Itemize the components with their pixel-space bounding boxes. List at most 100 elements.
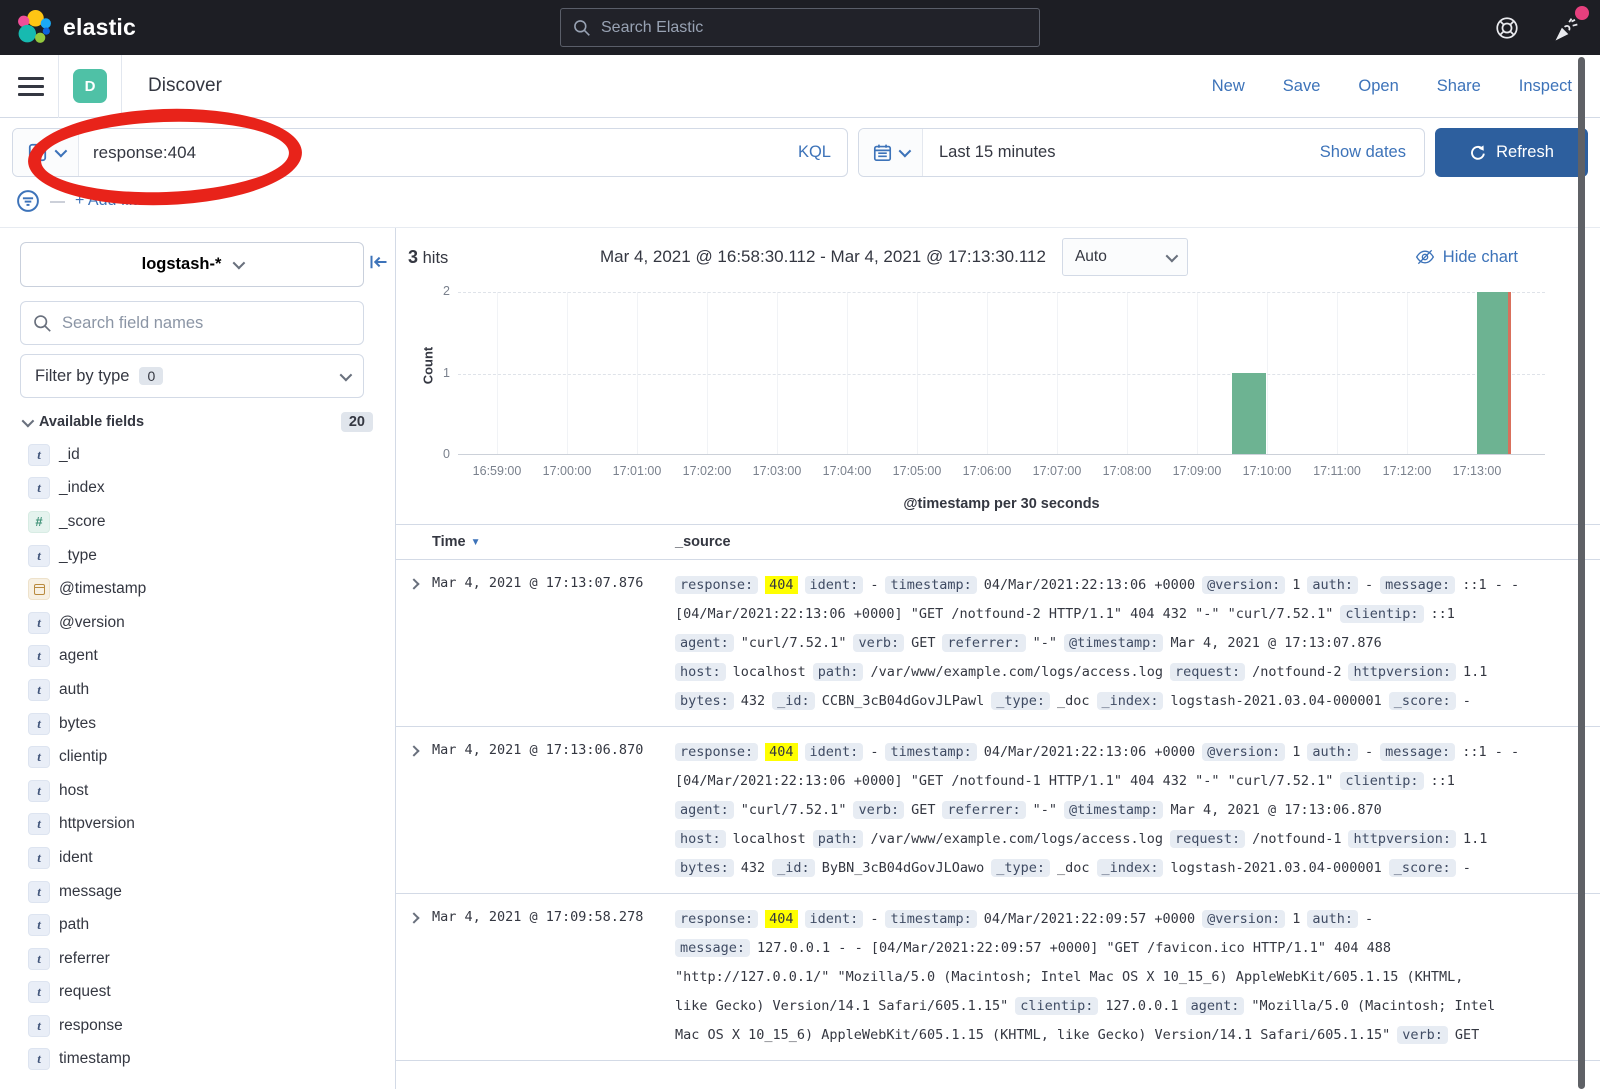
table-row: Mar 4, 2021 @ 17:13:07.876response:404id… (396, 560, 1600, 727)
news-party-icon[interactable] (1554, 14, 1582, 42)
field-item-request[interactable]: trequest (20, 976, 375, 1010)
string-type-icon: t (28, 780, 50, 802)
collapse-sidebar-icon[interactable] (369, 252, 389, 277)
x-tick-label: 17:08:00 (1103, 464, 1152, 478)
field-value: CCBN_3cB04dGovJLPawl (822, 693, 985, 709)
query-input[interactable]: response:404 (79, 129, 782, 176)
vertical-scrollbar[interactable] (1578, 57, 1585, 1089)
field-name: ident (59, 849, 93, 867)
field-value: localhost (733, 664, 806, 680)
histogram-bar[interactable] (1477, 292, 1511, 454)
field-label: response: (675, 910, 758, 928)
chevron-down-icon (54, 145, 67, 158)
string-type-icon: t (28, 847, 50, 869)
expand-row-icon[interactable] (396, 738, 432, 883)
table-row: Mar 4, 2021 @ 17:13:06.870response:404id… (396, 727, 1600, 894)
field-item-host[interactable]: thost (20, 774, 375, 808)
field-item-auth[interactable]: tauth (20, 673, 375, 707)
field-value: logstash-2021.03.04-000001 (1170, 693, 1381, 709)
global-search-input[interactable]: Search Elastic (560, 8, 1040, 47)
interval-select[interactable]: Auto (1062, 238, 1188, 276)
string-type-icon: t (28, 1048, 50, 1070)
field-search-input[interactable]: Search field names (20, 301, 364, 345)
field-item-_score[interactable]: #_score (20, 505, 375, 539)
field-value: ::1 (1431, 606, 1455, 622)
field-label: ident: (805, 910, 864, 928)
available-fields-header[interactable]: Available fields 20 (20, 412, 375, 432)
field-name: @version (59, 614, 125, 632)
index-pattern-name: logstash-* (142, 255, 222, 274)
y-tick-label: 0 (430, 447, 450, 461)
row-source: response:404ident:-timestamp:04/Mar/2021… (675, 571, 1600, 716)
field-item-response[interactable]: tresponse (20, 1009, 375, 1043)
histogram-chart[interactable]: Count 012 16:59:0017:00:0017:01:0017:02:… (396, 286, 1600, 524)
table-header: Time▼ _source (396, 524, 1600, 560)
highlighted-value: 404 (765, 910, 797, 928)
query-language-button[interactable]: KQL (782, 129, 847, 176)
x-tick-label: 17:02:00 (683, 464, 732, 478)
hide-chart-button[interactable]: Hide chart (1415, 247, 1518, 267)
field-label: @timestamp: (1064, 634, 1163, 652)
field-value: ::1 (1431, 773, 1455, 789)
row-timestamp: Mar 4, 2021 @ 17:09:58.278 (432, 905, 675, 1050)
elastic-logo[interactable]: elastic (16, 9, 136, 46)
expand-row-icon[interactable] (396, 571, 432, 716)
field-label: referrer: (942, 634, 1025, 652)
refresh-button[interactable]: Refresh (1435, 128, 1588, 177)
menu-icon[interactable] (18, 77, 44, 96)
filter-by-type-button[interactable]: Filter by type 0 (20, 354, 364, 398)
time-range-display[interactable]: Last 15 minutes (923, 129, 1302, 176)
field-item-_index[interactable]: t_index (20, 472, 375, 506)
discover-app-icon[interactable]: D (73, 69, 107, 103)
field-item-path[interactable]: tpath (20, 908, 375, 942)
global-header: elastic Search Elastic (0, 0, 1600, 55)
x-tick-label: 17:11:00 (1313, 464, 1361, 478)
field-item-_type[interactable]: t_type (20, 539, 375, 573)
field-value: /var/www/example.com/logs/access.log (870, 831, 1163, 847)
field-item-@version[interactable]: t@version (20, 606, 375, 640)
field-value: - (1365, 577, 1373, 593)
nav-action-save[interactable]: Save (1283, 77, 1321, 96)
filter-by-type-label: Filter by type (35, 367, 129, 386)
field-item-@timestamp[interactable]: @timestamp (20, 572, 375, 606)
field-label: response: (675, 743, 758, 761)
nav-action-inspect[interactable]: Inspect (1519, 77, 1572, 96)
field-item-ident[interactable]: tident (20, 841, 375, 875)
x-tick-label: 17:05:00 (893, 464, 942, 478)
show-dates-button[interactable]: Show dates (1302, 129, 1424, 176)
field-label: bytes: (675, 692, 734, 710)
nav-action-open[interactable]: Open (1358, 77, 1398, 96)
field-item-message[interactable]: tmessage (20, 875, 375, 909)
add-filter-button[interactable]: + Add filter (75, 192, 151, 210)
chart-plot-area[interactable] (458, 292, 1545, 455)
x-tick-label: 17:09:00 (1173, 464, 1222, 478)
field-item-httpversion[interactable]: thttpversion (20, 808, 375, 842)
nav-action-new[interactable]: New (1212, 77, 1245, 96)
filter-icon[interactable] (16, 189, 40, 213)
field-value: /notfound-2 (1252, 664, 1341, 680)
field-label: _id: (772, 859, 815, 877)
histogram-bar[interactable] (1232, 373, 1266, 454)
field-item-referrer[interactable]: treferrer (20, 942, 375, 976)
field-item-timestamp[interactable]: ttimestamp (20, 1043, 375, 1077)
field-item-bytes[interactable]: tbytes (20, 707, 375, 741)
nav-action-share[interactable]: Share (1437, 77, 1481, 96)
string-type-icon: t (28, 981, 50, 1003)
field-value: - (870, 911, 878, 927)
help-icon[interactable] (1494, 15, 1520, 41)
saved-query-menu-button[interactable] (13, 129, 79, 176)
field-item-_id[interactable]: t_id (20, 438, 375, 472)
time-picker-menu-button[interactable] (859, 129, 923, 176)
field-item-clientip[interactable]: tclientip (20, 740, 375, 774)
column-header-time[interactable]: Time▼ (432, 534, 675, 550)
field-value: 1 (1292, 577, 1300, 593)
expand-row-icon[interactable] (396, 905, 432, 1050)
index-pattern-select[interactable]: logstash-* (20, 242, 364, 287)
field-label: _score: (1389, 859, 1456, 877)
field-label: auth: (1307, 910, 1358, 928)
field-value: 432 (741, 693, 765, 709)
field-value: 127.0.0.1 - - [04/Mar/2021:22:09:57 +000… (757, 940, 1391, 956)
field-name: referrer (59, 950, 110, 968)
string-type-icon: t (28, 813, 50, 835)
field-item-agent[interactable]: tagent (20, 640, 375, 674)
